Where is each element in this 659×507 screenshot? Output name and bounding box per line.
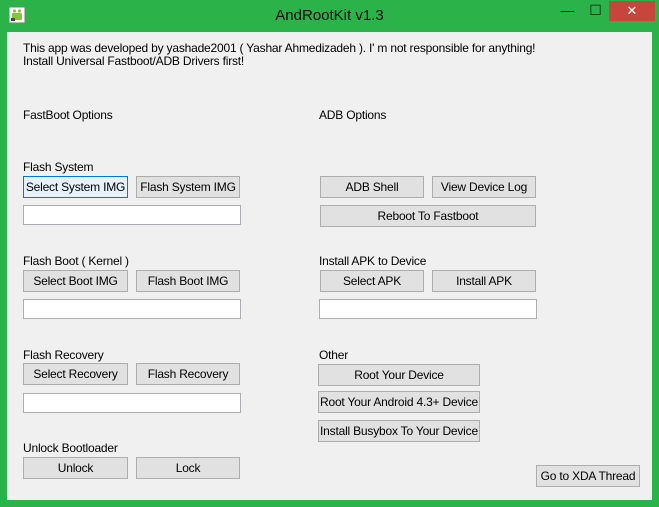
app-window: AndRootKit v1.3 — ☐ ✕ This app was devel… xyxy=(0,0,659,507)
title-bar[interactable]: AndRootKit v1.3 — ☐ ✕ xyxy=(0,0,659,32)
lock-button[interactable]: Lock xyxy=(136,457,240,479)
adb-shell-button[interactable]: ADB Shell xyxy=(320,176,424,198)
flash-system-label: Flash System xyxy=(23,160,94,174)
view-device-log-button[interactable]: View Device Log xyxy=(432,176,536,198)
install-apk-button[interactable]: Install APK xyxy=(432,270,536,292)
maximize-icon[interactable]: ☐ xyxy=(582,1,609,21)
flash-system-img-button[interactable]: Flash System IMG xyxy=(136,176,240,198)
install-apk-label: Install APK to Device xyxy=(319,254,427,268)
recovery-path-input[interactable] xyxy=(23,393,241,413)
install-busybox-button[interactable]: Install Busybox To Your Device xyxy=(318,420,480,442)
select-system-img-button[interactable]: Select System IMG xyxy=(23,176,128,198)
close-icon[interactable]: ✕ xyxy=(609,1,655,21)
fastboot-options-heading: FastBoot Options xyxy=(23,108,113,122)
select-apk-button[interactable]: Select APK xyxy=(320,270,424,292)
flash-recovery-button[interactable]: Flash Recovery xyxy=(136,363,240,385)
flash-recovery-label: Flash Recovery xyxy=(23,348,104,362)
other-label: Other xyxy=(319,348,349,362)
system-img-path-input[interactable] xyxy=(23,205,241,225)
unlock-bootloader-label: Unlock Bootloader xyxy=(23,441,118,455)
boot-img-path-input[interactable] xyxy=(23,299,241,319)
unlock-button[interactable]: Unlock xyxy=(23,457,128,479)
flash-boot-img-button[interactable]: Flash Boot IMG xyxy=(136,270,240,292)
root-your-device-button[interactable]: Root Your Device xyxy=(318,364,480,386)
developer-notice: This app was developed by yashade2001 ( … xyxy=(23,41,536,55)
flash-boot-label: Flash Boot ( Kernel ) xyxy=(23,254,129,268)
select-boot-img-button[interactable]: Select Boot IMG xyxy=(23,270,128,292)
apk-path-input[interactable] xyxy=(319,299,537,319)
reboot-to-fastboot-button[interactable]: Reboot To Fastboot xyxy=(320,205,536,227)
adb-options-heading: ADB Options xyxy=(319,108,387,122)
root-android-43-button[interactable]: Root Your Android 4.3+ Device xyxy=(318,391,480,413)
minimize-icon[interactable]: — xyxy=(553,1,582,21)
select-recovery-button[interactable]: Select Recovery xyxy=(23,363,128,385)
xda-thread-button[interactable]: Go to XDA Thread xyxy=(536,465,640,487)
driver-notice: Install Universal Fastboot/ADB Drivers f… xyxy=(23,54,245,68)
client-area: This app was developed by yashade2001 ( … xyxy=(7,32,652,500)
